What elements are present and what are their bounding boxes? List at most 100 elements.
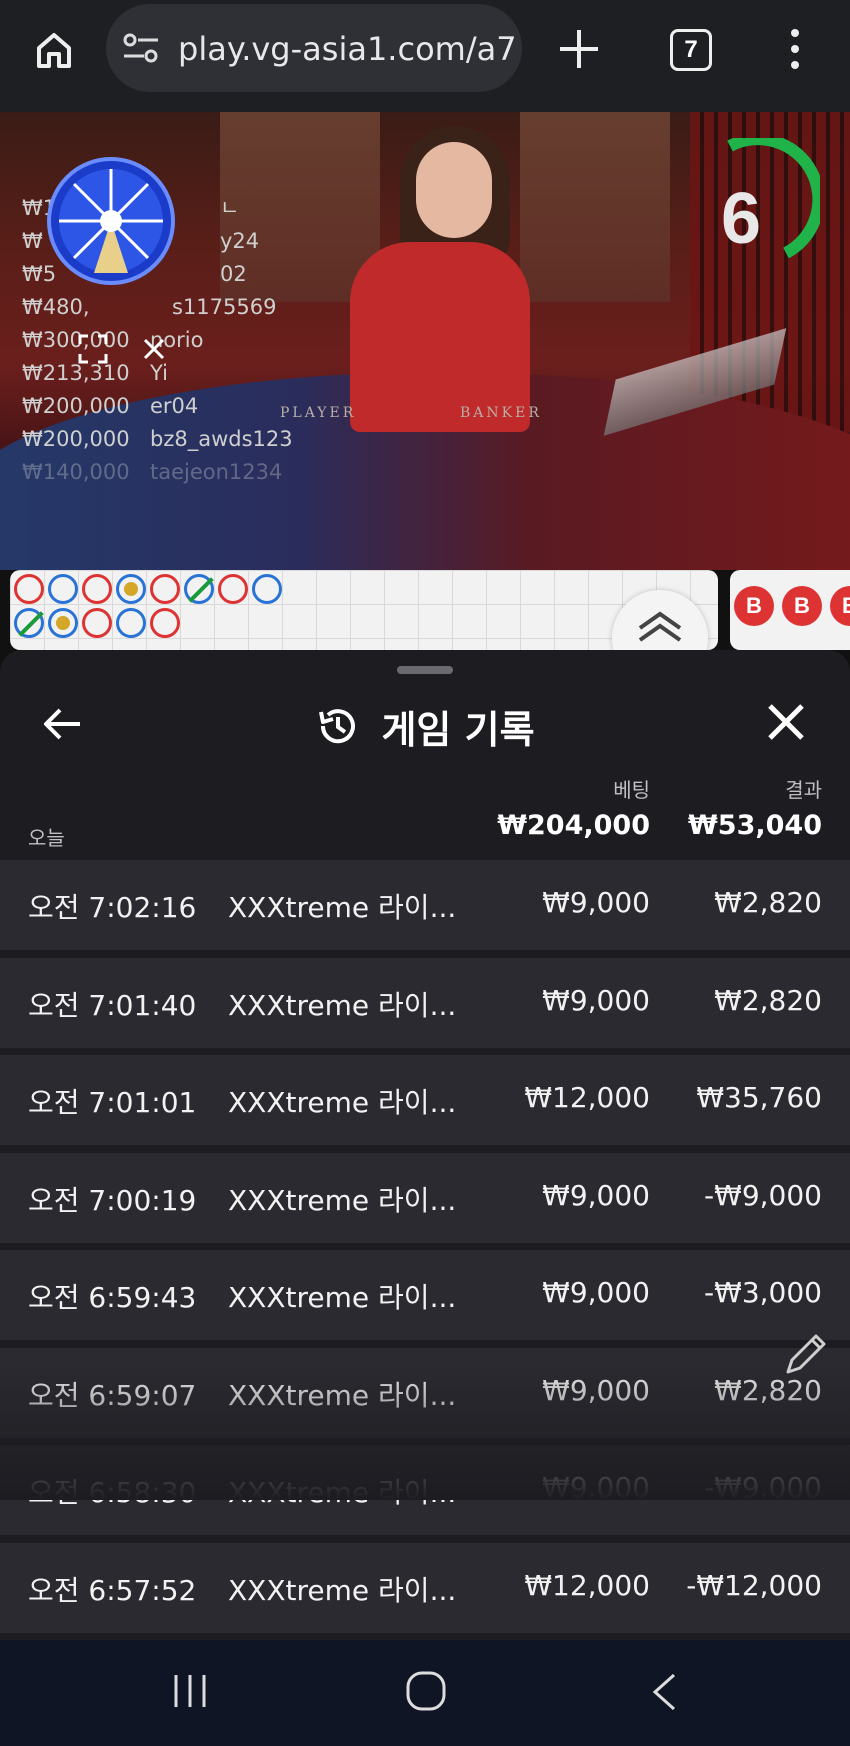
bet-amount: ₩200,000 [22, 394, 130, 418]
history-row[interactable]: 오전 6:59:43 XXXtreme 라이... ₩9,000 -₩3,000 [0, 1250, 850, 1340]
result-column-label: 결과 [785, 778, 822, 802]
game-history-sheet: 게임 기록 베팅 결과 오늘 ₩204,000 ₩53,040 오전 7:02:… [0, 650, 850, 1650]
road-banker [82, 608, 112, 638]
close-icon[interactable] [143, 338, 165, 360]
dealer-face [416, 142, 492, 238]
live-video[interactable]: PLAYER BANKER ₩1 ㄴ ₩ y24 ₩5 02 ₩480, s117556… [0, 112, 850, 570]
road-banker [218, 574, 248, 604]
row-bet: ₩9,000 [542, 983, 650, 1017]
road-player [252, 574, 282, 604]
bet-user: Yi [150, 361, 168, 385]
road-banker: B [734, 586, 774, 626]
bet-user: taejeon1234 [150, 460, 283, 484]
bet-user: y24 [220, 229, 260, 253]
road-player [116, 574, 146, 604]
nav-back-icon[interactable] [650, 1672, 678, 1712]
row-time: 오전 6:57:52 [28, 1573, 197, 1607]
row-result: -₩9,000 [704, 1178, 822, 1212]
bet-user: ㄴ [220, 196, 240, 220]
road-player [48, 608, 78, 638]
dealer-body [350, 242, 530, 432]
road-player [14, 608, 44, 638]
close-icon[interactable] [766, 702, 806, 742]
row-bet: ₩9,000 [542, 886, 650, 919]
row-game: XXXtreme 라이... [228, 1183, 457, 1217]
road-banker [82, 574, 112, 604]
more-icon[interactable] [780, 26, 810, 72]
history-row[interactable]: 오전 7:01:01 XXXtreme 라이... ₩12,000 ₩35,760 [0, 1055, 850, 1145]
row-game: XXXtreme 라이... [228, 1281, 457, 1314]
nav-recents-icon[interactable] [170, 1673, 210, 1709]
sheet-header: 게임 기록 [0, 698, 850, 754]
history-icon [319, 709, 356, 744]
row-result: ₩2,820 [714, 886, 822, 919]
list-item: ₩213,310 Yi [22, 357, 293, 390]
history-row[interactable]: 오전 7:00:19 XXXtreme 라이... ₩9,000 -₩9,000 [0, 1152, 850, 1243]
row-bet: ₩9,000 [542, 1178, 650, 1212]
bet-user: s1175569 [172, 295, 277, 319]
road-banker [14, 574, 44, 604]
history-row[interactable]: 오전 7:01:40 XXXtreme 라이... ₩9,000 ₩2,820 [0, 957, 850, 1048]
expand-icon[interactable] [78, 334, 108, 364]
road-banker [150, 608, 180, 638]
list-item: ₩200,000 bz8_awds123 [22, 423, 293, 456]
today-label: 오늘 [28, 826, 65, 850]
row-time: 오전 7:00:19 [28, 1183, 197, 1217]
history-row[interactable]: 오전 6:57:52 XXXtreme 라이... ₩12,000 -₩12,000 [0, 1542, 850, 1633]
bet-amount: ₩140,000 [22, 460, 130, 484]
list-item: ₩200,000 er04 [22, 390, 293, 423]
list-fade [0, 1360, 850, 1500]
row-result: -₩3,000 [704, 1276, 822, 1309]
nav-home-icon[interactable] [405, 1670, 447, 1712]
list-item: ₩140,000 taejeon1234 [22, 456, 293, 489]
row-game: XXXtreme 라이... [228, 1086, 457, 1119]
result-total: ₩53,040 [688, 810, 822, 841]
row-result: ₩35,760 [696, 1081, 822, 1114]
screen: play.vg-asia1.com/a7 7 PLAYER BANKER ₩1 ㄴ… [0, 0, 850, 1746]
plus-icon[interactable] [556, 26, 602, 72]
bet-total: ₩204,000 [497, 810, 650, 841]
list-item: ₩480, s1175569 [22, 291, 293, 324]
site-settings-icon[interactable] [122, 32, 160, 64]
backdrop-panel [520, 112, 670, 302]
banker-label: BANKER [460, 405, 542, 421]
row-time: 오전 7:01:01 [28, 1086, 197, 1119]
row-game: XXXtreme 라이... [228, 891, 457, 924]
countdown-timer: 6 [720, 179, 762, 259]
system-nav-bar [0, 1640, 850, 1746]
page-title: 게임 기록 [381, 707, 535, 752]
row-bet: ₩12,000 [524, 1081, 650, 1114]
home-icon [37, 33, 71, 68]
row-result: -₩12,000 [686, 1568, 822, 1602]
row-bet: ₩9,000 [542, 1276, 650, 1309]
browser-toolbar: play.vg-asia1.com/a7 7 [0, 0, 850, 112]
road-player [48, 574, 78, 604]
row-time: 오전 7:01:40 [28, 988, 197, 1022]
bet-amount: ₩200,000 [22, 427, 130, 451]
road-banker: B [830, 586, 850, 626]
bet-user: 02 [220, 262, 247, 286]
pencil-icon[interactable] [780, 1330, 830, 1380]
road-player [184, 574, 214, 604]
road-banker [150, 574, 180, 604]
bet-amount: ₩480, [22, 295, 90, 319]
url-text[interactable]: play.vg-asia1.com/a7 [178, 30, 514, 68]
row-game: XXXtreme 라이... [228, 988, 457, 1022]
address-bar[interactable]: play.vg-asia1.com/a7 [106, 4, 522, 92]
road-player [116, 608, 146, 638]
bet-user: bz8_awds123 [150, 427, 293, 451]
row-time: 오전 7:02:16 [28, 891, 197, 924]
bet-user: er04 [150, 394, 199, 418]
chevron-up-icon [638, 611, 682, 642]
row-game: XXXtreme 라이... [228, 1573, 457, 1607]
row-result: ₩2,820 [714, 983, 822, 1017]
road-banker: B [782, 586, 822, 626]
home-button[interactable] [28, 24, 80, 76]
wheel-icon[interactable] [46, 156, 176, 286]
drag-handle[interactable] [397, 666, 453, 674]
history-row[interactable]: 오전 7:02:16 XXXtreme 라이... ₩9,000 ₩2,820 [0, 860, 850, 950]
row-time: 오전 6:59:43 [28, 1281, 197, 1314]
row-bet: ₩12,000 [524, 1568, 650, 1602]
big-road[interactable]: B B B [730, 570, 850, 650]
tab-switcher-button[interactable]: 7 [670, 29, 712, 71]
